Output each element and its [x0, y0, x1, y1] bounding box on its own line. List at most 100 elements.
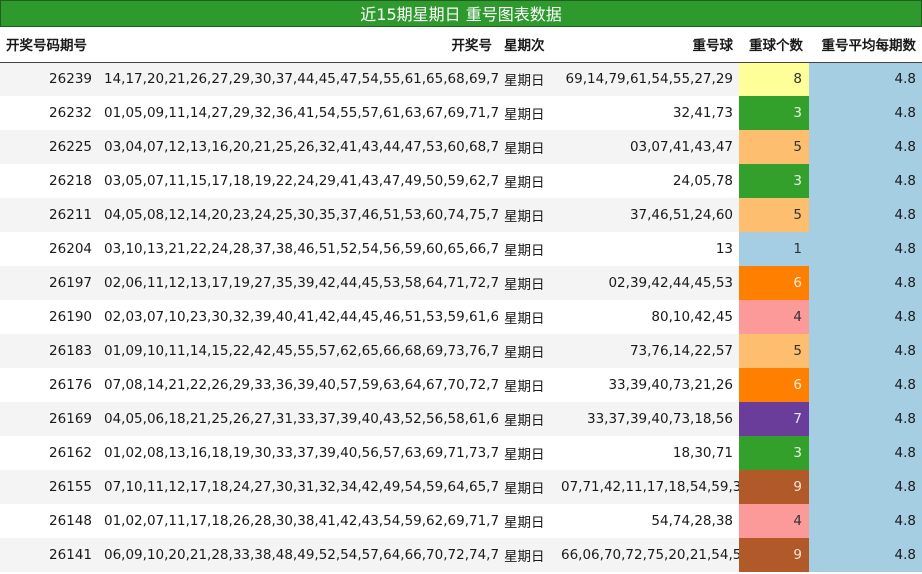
cell-repeat-average: 4.8 — [809, 402, 922, 436]
cell-repeat-balls: 54,74,28,38 — [555, 504, 739, 538]
cell-numbers: 04,05,06,18,21,25,26,27,31,33,37,39,40,4… — [98, 402, 498, 436]
table-row: 26155 07,10,11,12,17,18,24,27,30,31,32,34… — [0, 470, 922, 504]
cell-repeat-balls: 18,30,71 — [555, 436, 739, 470]
cell-repeat-count: 8 — [739, 62, 809, 96]
cell-weekday: 星期日 — [498, 130, 555, 164]
cell-numbers: 14,17,20,21,26,27,29,30,37,44,45,47,54,5… — [98, 62, 498, 96]
cell-numbers: 01,09,10,11,14,15,22,42,45,55,57,62,65,6… — [98, 334, 498, 368]
cell-weekday: 星期日 — [498, 266, 555, 300]
table-row: 26190 02,03,07,10,23,30,32,39,40,41,42,44… — [0, 300, 922, 334]
cell-numbers: 07,10,11,12,17,18,24,27,30,31,32,34,42,4… — [98, 470, 498, 504]
cell-weekday: 星期日 — [498, 334, 555, 368]
cell-issue: 26197 — [0, 266, 98, 300]
cell-issue: 26239 — [0, 62, 98, 96]
cell-numbers: 03,04,07,12,13,16,20,21,25,26,32,41,43,4… — [98, 130, 498, 164]
table-row: 26225 03,04,07,12,13,16,20,21,25,26,32,41… — [0, 130, 922, 164]
table-row: 26162 01,02,08,13,16,18,19,30,33,37,39,40… — [0, 436, 922, 470]
cell-issue: 26155 — [0, 470, 98, 504]
table-row: 26197 02,06,11,12,13,17,19,27,35,39,42,44… — [0, 266, 922, 300]
cell-issue: 26218 — [0, 164, 98, 198]
table-row: 26218 03,05,07,11,15,17,18,19,22,24,29,41… — [0, 164, 922, 198]
cell-repeat-count: 5 — [739, 334, 809, 368]
header-repeat-balls: 重号球 — [555, 27, 739, 63]
cell-issue: 26169 — [0, 402, 98, 436]
cell-repeat-count: 5 — [739, 130, 809, 164]
cell-weekday: 星期日 — [498, 538, 555, 572]
cell-numbers: 01,05,09,11,14,27,29,32,36,41,54,55,57,6… — [98, 96, 498, 130]
cell-weekday: 星期日 — [498, 164, 555, 198]
cell-repeat-balls: 24,05,78 — [555, 164, 739, 198]
cell-numbers: 01,02,08,13,16,18,19,30,33,37,39,40,56,5… — [98, 436, 498, 470]
cell-repeat-average: 4.8 — [809, 266, 922, 300]
cell-repeat-balls: 66,06,70,72,75,20,21,54,57 — [555, 538, 739, 572]
cell-issue: 26190 — [0, 300, 98, 334]
cell-numbers: 03,05,07,11,15,17,18,19,22,24,29,41,43,4… — [98, 164, 498, 198]
table-row: 26141 06,09,10,20,21,28,33,38,48,49,52,54… — [0, 538, 922, 572]
cell-numbers: 02,06,11,12,13,17,19,27,35,39,42,44,45,5… — [98, 266, 498, 300]
cell-numbers: 02,03,07,10,23,30,32,39,40,41,42,44,45,4… — [98, 300, 498, 334]
cell-repeat-count: 4 — [739, 504, 809, 538]
cell-weekday: 星期日 — [498, 300, 555, 334]
header-weekday: 星期次 — [498, 27, 555, 63]
cell-repeat-balls: 13 — [555, 232, 739, 266]
cell-weekday: 星期日 — [498, 62, 555, 96]
cell-repeat-count: 3 — [739, 164, 809, 198]
table-row: 26169 04,05,06,18,21,25,26,27,31,33,37,39… — [0, 402, 922, 436]
cell-weekday: 星期日 — [498, 402, 555, 436]
cell-issue: 26141 — [0, 538, 98, 572]
repeat-number-table: 开奖号码期号 开奖号 星期次 重号球 重球个数 重号平均每期数 26239 14,… — [0, 27, 922, 572]
cell-repeat-balls: 69,14,79,61,54,55,27,29 — [555, 62, 739, 96]
cell-repeat-balls: 80,10,42,45 — [555, 300, 739, 334]
table-title: 近15期星期日 重号图表数据 — [0, 0, 922, 27]
cell-repeat-average: 4.8 — [809, 232, 922, 266]
header-numbers: 开奖号 — [98, 27, 498, 63]
cell-repeat-balls: 33,39,40,73,21,26 — [555, 368, 739, 402]
cell-repeat-count: 3 — [739, 436, 809, 470]
header-issue: 开奖号码期号 — [0, 27, 98, 63]
cell-repeat-average: 4.8 — [809, 504, 922, 538]
cell-repeat-balls: 02,39,42,44,45,53 — [555, 266, 739, 300]
cell-repeat-count: 9 — [739, 538, 809, 572]
table-row: 26232 01,05,09,11,14,27,29,32,36,41,54,55… — [0, 96, 922, 130]
cell-repeat-balls: 73,76,14,22,57 — [555, 334, 739, 368]
cell-repeat-average: 4.8 — [809, 368, 922, 402]
table-row: 26148 01,02,07,11,17,18,26,28,30,38,41,42… — [0, 504, 922, 538]
cell-numbers: 01,02,07,11,17,18,26,28,30,38,41,42,43,5… — [98, 504, 498, 538]
cell-repeat-count: 7 — [739, 402, 809, 436]
cell-weekday: 星期日 — [498, 96, 555, 130]
cell-repeat-average: 4.8 — [809, 96, 922, 130]
cell-repeat-average: 4.8 — [809, 436, 922, 470]
cell-repeat-average: 4.8 — [809, 164, 922, 198]
cell-issue: 26204 — [0, 232, 98, 266]
cell-repeat-count: 1 — [739, 232, 809, 266]
cell-repeat-balls: 37,46,51,24,60 — [555, 198, 739, 232]
cell-weekday: 星期日 — [498, 504, 555, 538]
cell-issue: 26211 — [0, 198, 98, 232]
cell-numbers: 06,09,10,20,21,28,33,38,48,49,52,54,57,6… — [98, 538, 498, 572]
cell-issue: 26232 — [0, 96, 98, 130]
cell-repeat-count: 6 — [739, 368, 809, 402]
cell-repeat-count: 5 — [739, 198, 809, 232]
cell-repeat-count: 4 — [739, 300, 809, 334]
cell-repeat-average: 4.8 — [809, 198, 922, 232]
cell-repeat-average: 4.8 — [809, 470, 922, 504]
cell-repeat-balls: 32,41,73 — [555, 96, 739, 130]
cell-numbers: 04,05,08,12,14,20,23,24,25,30,35,37,46,5… — [98, 198, 498, 232]
cell-weekday: 星期日 — [498, 368, 555, 402]
cell-issue: 26176 — [0, 368, 98, 402]
cell-repeat-average: 4.8 — [809, 300, 922, 334]
header-row: 开奖号码期号 开奖号 星期次 重号球 重球个数 重号平均每期数 — [0, 27, 922, 63]
cell-repeat-average: 4.8 — [809, 538, 922, 572]
cell-issue: 26148 — [0, 504, 98, 538]
cell-numbers: 07,08,14,21,22,26,29,33,36,39,40,57,59,6… — [98, 368, 498, 402]
cell-weekday: 星期日 — [498, 436, 555, 470]
cell-weekday: 星期日 — [498, 232, 555, 266]
table-row: 26239 14,17,20,21,26,27,29,30,37,44,45,47… — [0, 62, 922, 96]
table-row: 26204 03,10,13,21,22,24,28,37,38,46,51,52… — [0, 232, 922, 266]
cell-weekday: 星期日 — [498, 470, 555, 504]
table-row: 26176 07,08,14,21,22,26,29,33,36,39,40,57… — [0, 368, 922, 402]
table-row: 26183 01,09,10,11,14,15,22,42,45,55,57,62… — [0, 334, 922, 368]
cell-repeat-count: 9 — [739, 470, 809, 504]
cell-repeat-average: 4.8 — [809, 334, 922, 368]
header-repeat-count: 重球个数 — [739, 27, 809, 63]
